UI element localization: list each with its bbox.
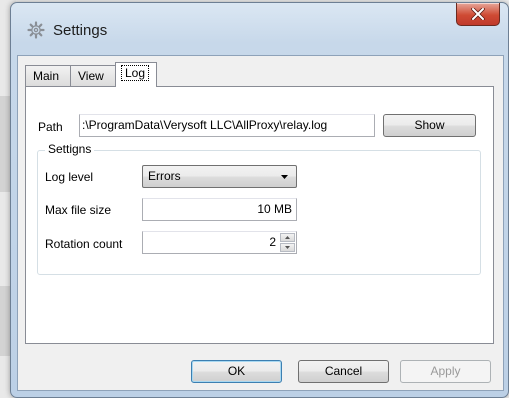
max-file-size-field[interactable]: 10 MB [142, 198, 297, 221]
ok-button[interactable]: OK [191, 360, 282, 383]
chevron-up-icon [285, 236, 290, 239]
spin-up-button[interactable] [280, 233, 295, 242]
tab-log[interactable]: Log [115, 62, 157, 87]
settings-window: Settings Main View Log Path :\ProgramDat… [10, 2, 509, 398]
group-title: Settigns [45, 142, 95, 156]
dialog-client-area: Main View Log Path :\ProgramData\Verysof… [17, 55, 504, 391]
spin-buttons [280, 233, 295, 252]
max-file-size-label: Max file size [45, 203, 112, 217]
tab-label: View [78, 69, 104, 83]
gear-icon [27, 21, 45, 39]
log-tab-panel: Path :\ProgramData\Verysoft LLC\AllProxy… [25, 86, 494, 344]
cancel-button[interactable]: Cancel [298, 360, 389, 383]
path-value: :\ProgramData\Verysoft LLC\AllProxy\rela… [82, 118, 328, 132]
settings-groupbox: Settigns Log level Errors Max file size … [37, 142, 481, 275]
log-level-value: Errors [148, 169, 181, 183]
log-level-label: Log level [45, 170, 94, 184]
log-level-dropdown[interactable]: Errors [142, 165, 297, 188]
spin-down-button[interactable] [280, 243, 295, 252]
tab-label: Main [33, 69, 60, 83]
rotation-count-label: Rotation count [45, 237, 123, 251]
show-button[interactable]: Show [383, 114, 476, 137]
apply-button[interactable]: Apply [400, 360, 491, 383]
chevron-down-icon [285, 246, 290, 249]
window-title: Settings [53, 22, 108, 39]
path-label: Path [38, 120, 63, 134]
path-field[interactable]: :\ProgramData\Verysoft LLC\AllProxy\rela… [79, 114, 375, 137]
title-bar[interactable]: Settings [11, 3, 508, 55]
chevron-down-icon [281, 175, 288, 179]
tab-view[interactable]: View [70, 65, 116, 86]
close-button[interactable] [456, 3, 500, 26]
tab-label: Log [121, 65, 150, 81]
tab-main[interactable]: Main [25, 65, 71, 86]
max-file-size-value: 10 MB [257, 202, 292, 216]
close-icon [471, 8, 485, 20]
rotation-count-value: 2 [269, 235, 276, 249]
rotation-count-stepper[interactable]: 2 [142, 231, 297, 254]
